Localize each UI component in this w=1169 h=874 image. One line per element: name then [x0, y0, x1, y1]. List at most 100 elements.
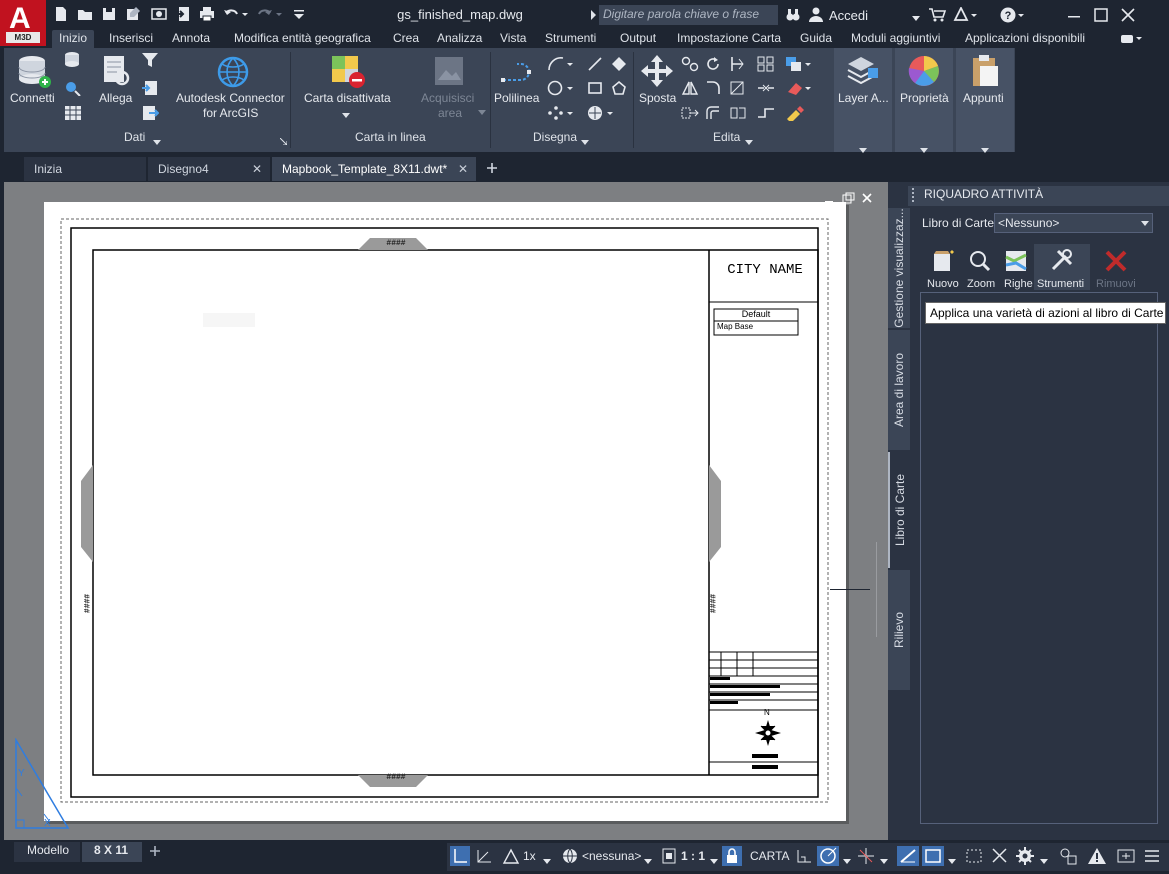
multipoint-icon[interactable] [547, 105, 575, 121]
tab-strumenti[interactable]: Strumenti [545, 31, 596, 45]
tab-moduli-aggiuntivi[interactable]: Moduli aggiuntivi [851, 31, 940, 45]
fillet-icon[interactable] [705, 80, 721, 96]
annotation-scale-value[interactable]: 1x [523, 849, 536, 863]
osnap-dropdown-icon[interactable] [880, 854, 888, 864]
arc-icon[interactable] [547, 56, 575, 72]
polyline-icon[interactable] [500, 58, 536, 88]
tab-applicazioni[interactable]: Applicazioni disponibili [965, 31, 1085, 45]
attach-icon[interactable] [100, 54, 134, 90]
appunti-button[interactable]: Appunti [963, 91, 1004, 105]
layer-dropdown-icon[interactable] [859, 143, 867, 153]
workspace-dropdown-icon[interactable] [1040, 854, 1048, 864]
tab-guida[interactable]: Guida [800, 31, 832, 45]
warning-icon[interactable] [1087, 847, 1107, 865]
mirror-icon[interactable] [681, 80, 699, 96]
selection-cycling-icon[interactable] [922, 846, 944, 866]
panel-launcher-icon[interactable] [279, 134, 288, 146]
connector-line2[interactable]: for ArcGIS [203, 106, 258, 120]
allega-button[interactable]: Allega [99, 91, 132, 105]
search-expand-icon[interactable] [590, 9, 598, 21]
explode-icon[interactable] [729, 105, 747, 121]
clean-screen-icon[interactable] [1116, 847, 1136, 865]
side-tab-area-lavoro[interactable]: Area di lavoro [888, 330, 910, 450]
tab-inizio[interactable]: Inizio [52, 30, 95, 48]
doc-tab-inizia[interactable]: Inizia [24, 157, 146, 181]
rectangle-icon[interactable] [587, 80, 603, 96]
strumenti-button[interactable]: Strumenti [1034, 244, 1090, 290]
break-icon[interactable] [757, 80, 775, 96]
snap-angle-icon[interactable] [475, 848, 493, 864]
match-properties-icon[interactable] [785, 105, 807, 123]
database-small-icon[interactable] [64, 52, 82, 68]
coord-dropdown-icon[interactable] [644, 854, 652, 864]
export-data-icon[interactable] [141, 105, 160, 121]
globe-icon[interactable] [562, 848, 578, 864]
carta-disattivata-button[interactable]: Carta disattivata [304, 91, 391, 105]
palette-content-area[interactable] [920, 292, 1158, 824]
viewport-scale-icon[interactable] [661, 847, 677, 865]
map-off-icon[interactable] [330, 54, 366, 90]
autodesk-network-icon[interactable] [953, 5, 979, 23]
close-tab-icon[interactable]: ✕ [458, 157, 468, 181]
carta-dropdown-icon[interactable] [342, 108, 350, 118]
cart-icon[interactable] [929, 7, 947, 23]
tab-inserisci[interactable]: Inserisci [109, 31, 153, 45]
tab-output[interactable]: Output [620, 31, 656, 45]
new-tab-icon[interactable] [486, 162, 498, 174]
rotate-icon[interactable] [705, 56, 721, 72]
properties-panel[interactable]: Proprietà [895, 48, 953, 153]
new-file-icon[interactable] [53, 6, 69, 22]
polilinea-button[interactable]: Polilinea [494, 91, 539, 105]
maximize-icon[interactable] [1093, 7, 1109, 23]
lineweight-icon[interactable] [897, 846, 919, 866]
side-tab-rilievo[interactable]: Rilievo [888, 570, 910, 690]
tab-crea[interactable]: Crea [393, 31, 419, 45]
add-layout-icon[interactable] [149, 845, 161, 857]
line-icon[interactable] [587, 56, 603, 72]
doc-tab-disegno4[interactable]: Disegno4 ✕ [148, 157, 270, 181]
tab-annota[interactable]: Annota [172, 31, 210, 45]
copy-clip-icon[interactable] [785, 56, 813, 72]
tab-modifica-entita[interactable]: Modifica entità geografica [234, 31, 371, 45]
connector-line1[interactable]: Autodesk Connector [176, 91, 285, 105]
righe-button[interactable]: Righe [998, 248, 1033, 290]
drawing-viewport[interactable]: CITY NAME Default Map Base N #### #### #… [4, 182, 888, 840]
clipboard-dropdown-icon[interactable] [981, 143, 989, 153]
customize-qat-icon[interactable] [291, 6, 307, 22]
ribbon-minimize-icon[interactable] [1120, 33, 1144, 45]
settings-gear-icon[interactable] [1015, 846, 1035, 866]
panel-edita-title[interactable]: Edita [713, 130, 740, 144]
nuovo-button[interactable]: Nuovo [924, 248, 960, 290]
import-data-icon[interactable] [141, 80, 159, 96]
search-input[interactable]: Digitare parola chiave o frase [599, 5, 778, 25]
selection-filter-icon[interactable] [964, 847, 984, 865]
trim-icon[interactable] [729, 56, 745, 72]
offset-icon[interactable] [705, 105, 721, 121]
grid-display-icon[interactable] [795, 848, 813, 864]
ortho-grid-icon[interactable] [450, 846, 470, 866]
filter-icon[interactable] [141, 52, 159, 68]
selection-dropdown-icon[interactable] [948, 854, 956, 864]
import-icon[interactable] [175, 6, 191, 22]
side-tab-libro-carte[interactable]: Libro di Carte [888, 452, 910, 568]
application-menu-button[interactable]: A M3D [0, 0, 46, 46]
join-icon[interactable] [757, 105, 775, 121]
zoom-button[interactable]: Zoom [962, 248, 996, 290]
panel-dati-dropdown-icon[interactable] [153, 135, 161, 145]
user-icon[interactable] [809, 7, 823, 22]
array-icon[interactable] [757, 56, 775, 72]
layer-button[interactable]: Layer A... [838, 91, 889, 105]
annotation-scale-icon[interactable] [502, 848, 520, 864]
minimize-icon[interactable] [1066, 7, 1082, 23]
panel-dati-title[interactable]: Dati [124, 130, 145, 144]
scale-icon[interactable] [729, 80, 745, 96]
tab-analizza[interactable]: Analizza [437, 31, 482, 45]
paper-space-toggle[interactable]: CARTA [750, 849, 790, 863]
annot-scale-dropdown-icon[interactable] [543, 854, 551, 864]
object-snap-tracking-icon[interactable] [856, 847, 876, 865]
side-tab-gestione[interactable]: Gestione visualizzaz... [888, 208, 910, 328]
tab-vista[interactable]: Vista [500, 31, 526, 45]
redo-icon[interactable] [257, 6, 283, 22]
panel-disegna-dropdown-icon[interactable] [581, 135, 589, 145]
stretch-icon[interactable] [681, 105, 699, 121]
